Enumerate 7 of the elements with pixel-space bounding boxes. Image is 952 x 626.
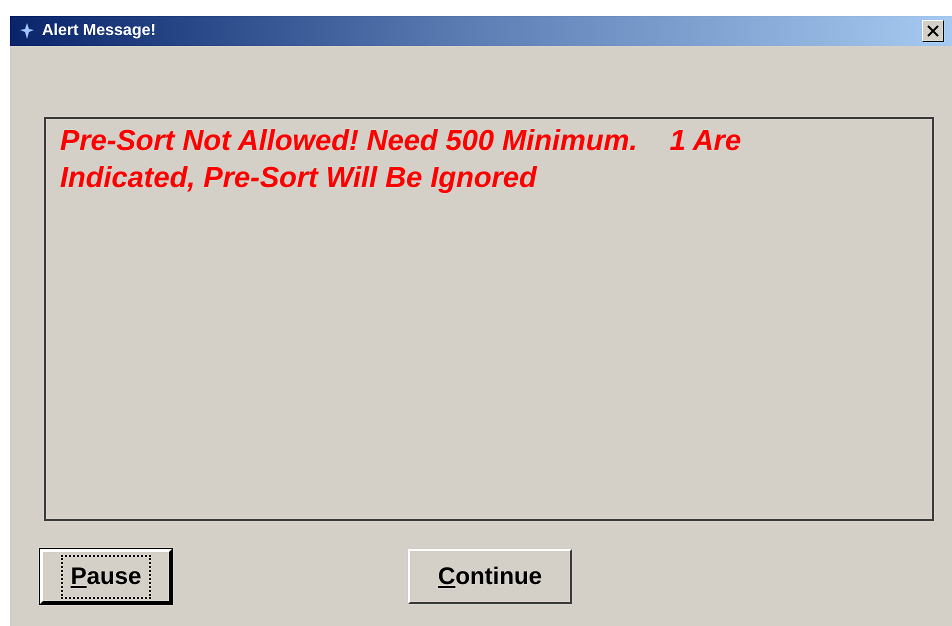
app-icon — [18, 22, 36, 40]
dialog-button[interactable]: Continue — [408, 549, 572, 604]
close-icon — [927, 25, 939, 37]
alert-message: Pre-Sort Not Allowed! Need 500 Minimum. 1 Are Indicated, Pre-Sort Will Be Ignored — [60, 124, 742, 196]
close-button[interactable] — [922, 20, 944, 42]
dialog-button[interactable]: Pause — [40, 549, 172, 604]
window-title: Alert Message! — [42, 21, 156, 41]
